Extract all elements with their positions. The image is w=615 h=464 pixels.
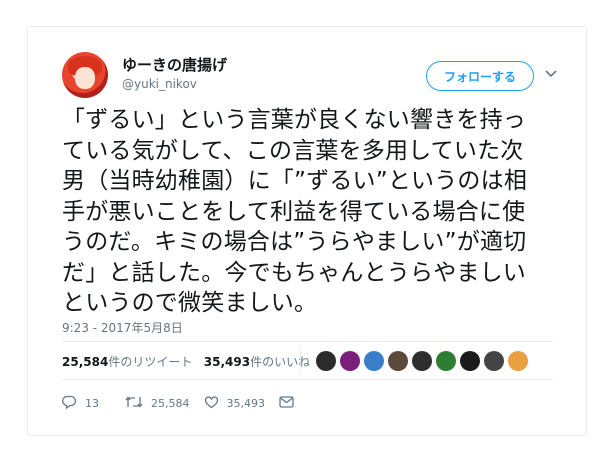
tweet-text: 「ずるい」という言葉が良くない響きを持っ ている気がして、この言葉を多用していた… xyxy=(62,105,567,319)
likes-count: 35,493 xyxy=(203,355,251,369)
like-button[interactable]: 35,493 xyxy=(204,395,266,412)
liker-avatar[interactable] xyxy=(508,351,528,371)
tweet-stats: 25,584件のリツイート 35,493件のいいね xyxy=(62,353,310,370)
display-name[interactable]: ゆーきの唐揚げ xyxy=(122,54,227,75)
like-stat[interactable]: 35,493件のいいね xyxy=(204,355,310,369)
liker-avatar[interactable] xyxy=(340,351,360,371)
retweets-label: 件のリツイート xyxy=(108,355,193,369)
stats-separator xyxy=(300,347,301,373)
liker-avatar[interactable] xyxy=(460,351,480,371)
reply-icon xyxy=(62,395,85,412)
divider xyxy=(62,379,553,380)
liker-avatar[interactable] xyxy=(364,351,384,371)
like-icon xyxy=(204,395,227,412)
liker-avatar[interactable] xyxy=(316,351,336,371)
reply-count: 13 xyxy=(85,397,99,410)
tweet-card: ゆーきの唐揚げ @yuki_nikov フォローする 「ずるい」という言葉が良く… xyxy=(27,26,587,436)
tweet-line: ている気がして、この言葉を多用していた次 xyxy=(62,137,524,164)
tweet-line: 「ずるい」という言葉が良くない響きを持っ xyxy=(62,107,526,133)
divider xyxy=(62,341,553,342)
tweet-actions: 13 25,584 35,493 xyxy=(62,395,316,412)
liker-avatars xyxy=(316,351,532,371)
tweet-line: うのだ。キミの場合は”うらやましい”が適切 xyxy=(62,229,527,255)
avatar-face xyxy=(75,67,95,89)
liker-avatar[interactable] xyxy=(484,351,504,371)
retweet-stat[interactable]: 25,584件のリツイート xyxy=(62,355,192,369)
reply-button[interactable]: 13 xyxy=(62,395,99,412)
like-count: 35,493 xyxy=(226,397,266,410)
tweet-line: というので微笑ましい。 xyxy=(62,290,318,316)
follow-button[interactable]: フォローする xyxy=(426,61,534,91)
message-icon xyxy=(279,396,302,411)
retweet-count: 25,584 xyxy=(151,397,190,410)
tweet-timestamp[interactable]: 9:23 - 2017年5月8日 xyxy=(62,319,183,336)
likes-label: 件のいいね xyxy=(250,355,311,369)
liker-avatar[interactable] xyxy=(412,351,432,371)
message-button[interactable] xyxy=(279,396,302,411)
tweet-line: だ」と話した。今でもちゃんとうらやましい xyxy=(62,259,526,286)
tweet-line: 手が悪いことをして利益を得ている場合に使 xyxy=(62,198,526,225)
retweet-button[interactable]: 25,584 xyxy=(125,395,190,412)
user-handle[interactable]: @yuki_nikov xyxy=(122,77,197,91)
chevron-down-icon[interactable] xyxy=(542,65,560,83)
avatar[interactable] xyxy=(62,52,108,98)
tweet-line: 男（当時幼稚園）に「”ずるい”というのは相 xyxy=(62,168,528,194)
liker-avatar[interactable] xyxy=(436,351,456,371)
retweet-icon xyxy=(125,395,151,412)
liker-avatar[interactable] xyxy=(388,351,408,371)
retweets-count: 25,584 xyxy=(62,355,109,369)
